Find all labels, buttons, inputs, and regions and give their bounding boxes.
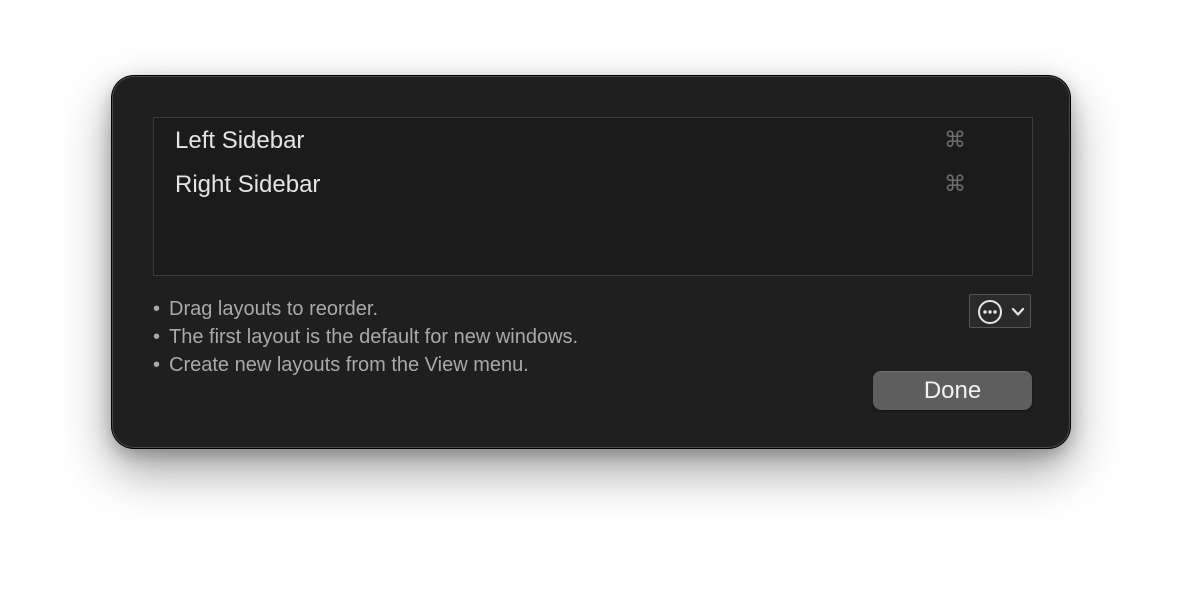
manage-layouts-dialog: Left Sidebar ⌘ Right Sidebar ⌘ • Drag lay… xyxy=(112,76,1070,448)
layout-row-right-sidebar[interactable]: Right Sidebar ⌘ xyxy=(154,162,1032,206)
command-key-icon: ⌘ xyxy=(944,128,966,153)
layout-list[interactable]: Left Sidebar ⌘ Right Sidebar ⌘ xyxy=(153,117,1033,276)
chevron-down-icon xyxy=(1011,307,1025,316)
bullet: • xyxy=(153,326,161,348)
layout-name: Right Sidebar xyxy=(175,171,321,198)
layout-name: Left Sidebar xyxy=(175,127,305,154)
bullet: • xyxy=(153,298,161,320)
hint-list: • Drag layouts to reorder. • The first lay… xyxy=(153,295,578,379)
layout-row-left-sidebar[interactable]: Left Sidebar ⌘ xyxy=(154,118,1032,162)
hint-text: Create new layouts from the View menu. xyxy=(169,354,529,376)
command-key-icon: ⌘ xyxy=(944,172,966,197)
bullet: • xyxy=(153,354,161,376)
hint-text: The first layout is the default for new … xyxy=(169,326,579,348)
hint-item: • The first layout is the default for new… xyxy=(153,323,578,351)
action-menu-button[interactable] xyxy=(969,294,1031,328)
done-button[interactable]: Done xyxy=(873,371,1032,410)
hint-item: • Drag layouts to reorder. xyxy=(153,295,578,323)
hint-item: • Create new layouts from the View menu. xyxy=(153,351,578,379)
hint-text: Drag layouts to reorder. xyxy=(169,298,378,320)
ellipsis-circle-icon xyxy=(978,300,1002,324)
